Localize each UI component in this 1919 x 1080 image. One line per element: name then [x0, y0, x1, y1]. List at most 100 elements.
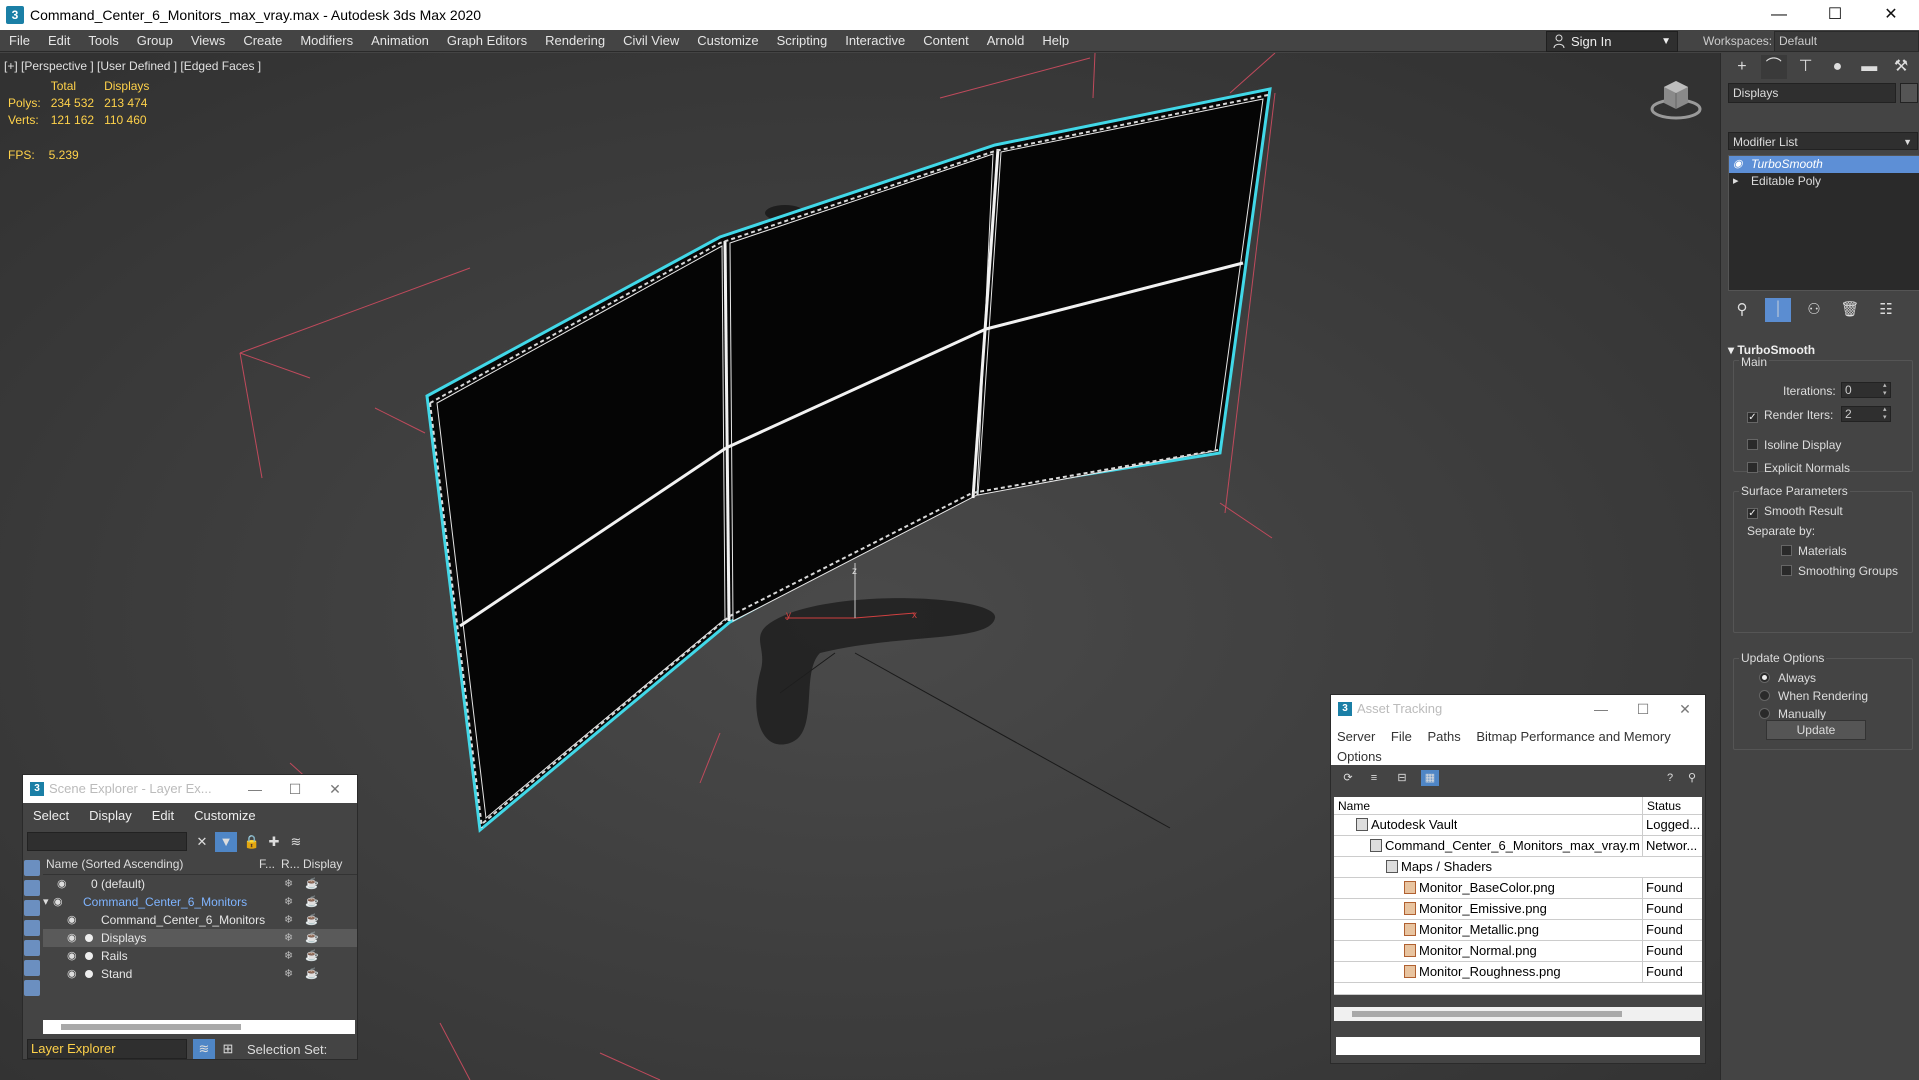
- group-filter-icon[interactable]: [24, 980, 40, 996]
- eye-icon[interactable]: ◉: [67, 947, 77, 965]
- motion-tab-icon[interactable]: ●: [1824, 55, 1850, 79]
- workspaces-select[interactable]: Default: [1774, 31, 1919, 52]
- clear-search-icon[interactable]: ✕: [191, 832, 213, 852]
- menu-server[interactable]: Server: [1337, 729, 1375, 744]
- maximize-button[interactable]: ☐: [1623, 695, 1663, 723]
- light-filter-icon[interactable]: [24, 900, 40, 916]
- object-row[interactable]: ◉ Command_Center_6_Monitors ❄ ☕: [43, 911, 357, 929]
- sign-in-dropdown[interactable]: Sign In ▼: [1546, 31, 1678, 52]
- freeze-icon[interactable]: ❄: [284, 929, 293, 947]
- lock-icon[interactable]: 🔒: [241, 832, 263, 852]
- hierarchy-tab-icon[interactable]: ⊤: [1793, 55, 1819, 79]
- eye-icon[interactable]: ◉: [53, 893, 63, 911]
- tree-view-icon[interactable]: ⊟: [1393, 770, 1411, 786]
- menu-group[interactable]: Group: [128, 30, 182, 52]
- menu-edit[interactable]: Edit: [142, 808, 184, 823]
- explicit-normals-row[interactable]: Explicit Normals: [1747, 461, 1850, 475]
- eye-icon[interactable]: ◉: [67, 965, 77, 983]
- table-view-icon[interactable]: ▦: [1421, 770, 1439, 786]
- asset-row[interactable]: Monitor_Emissive.png Found: [1334, 899, 1702, 920]
- camera-filter-icon[interactable]: [24, 920, 40, 936]
- configure-modifier-sets-icon[interactable]: ☷: [1873, 298, 1899, 322]
- when-rendering-row[interactable]: When Rendering: [1759, 689, 1868, 703]
- menu-bitmap-performance[interactable]: Bitmap Performance and Memory: [1476, 729, 1670, 744]
- menu-arnold[interactable]: Arnold: [978, 30, 1034, 52]
- viewcube-icon[interactable]: [1648, 75, 1704, 121]
- hierarchy-mode-icon[interactable]: ⊞: [217, 1039, 239, 1059]
- eye-icon[interactable]: ◉: [1733, 156, 1743, 173]
- menu-select[interactable]: Select: [23, 808, 79, 823]
- minimize-button[interactable]: —: [235, 775, 275, 803]
- modifier-list-dropdown[interactable]: Modifier List ▼: [1728, 132, 1918, 150]
- create-tab-icon[interactable]: +: [1729, 55, 1755, 79]
- menu-create[interactable]: Create: [234, 30, 291, 52]
- object-row[interactable]: ◉ Rails ❄ ☕: [43, 947, 357, 965]
- menu-tools[interactable]: Tools: [79, 30, 127, 52]
- render-iters-row[interactable]: ✓ Render Iters:: [1747, 408, 1833, 423]
- smooth-result-checkbox[interactable]: ✓: [1747, 508, 1758, 519]
- explicit-normals-checkbox[interactable]: [1747, 462, 1758, 473]
- close-button[interactable]: ✕: [1665, 695, 1705, 723]
- freeze-icon[interactable]: ❄: [284, 965, 293, 983]
- minimize-button[interactable]: —: [1751, 0, 1807, 30]
- materials-row[interactable]: Materials: [1781, 544, 1847, 558]
- stack-item-editable-poly[interactable]: ▸ Editable Poly: [1729, 173, 1919, 190]
- render-teapot-icon[interactable]: ☕: [305, 929, 319, 947]
- asset-row[interactable]: Monitor_Normal.png Found: [1334, 941, 1702, 962]
- col-display-header[interactable]: Display: [303, 857, 343, 874]
- menu-paths[interactable]: Paths: [1428, 729, 1461, 744]
- eye-icon[interactable]: ◉: [67, 911, 77, 929]
- asset-row[interactable]: Command_Center_6_Monitors_max_vray.max Ne…: [1334, 836, 1702, 857]
- freeze-icon[interactable]: ❄: [284, 893, 293, 911]
- smoothing-groups-checkbox[interactable]: [1781, 565, 1792, 576]
- utilities-tab-icon[interactable]: ⚒: [1888, 55, 1914, 79]
- render-teapot-icon[interactable]: ☕: [305, 947, 319, 965]
- add-layer-icon[interactable]: ✚: [263, 832, 285, 852]
- maximize-button[interactable]: ☐: [1807, 0, 1863, 30]
- viewport-label[interactable]: [+] [Perspective ] [User Defined ] [Edge…: [4, 59, 261, 73]
- expand-arrow-icon[interactable]: ▸: [1733, 173, 1739, 190]
- menu-modifiers[interactable]: Modifiers: [291, 30, 362, 52]
- menu-scripting[interactable]: Scripting: [768, 30, 837, 52]
- isoline-display-checkbox[interactable]: [1747, 439, 1758, 450]
- render-iters-value[interactable]: 2: [1841, 406, 1891, 422]
- scrollbar-thumb[interactable]: [1352, 1011, 1622, 1017]
- show-end-result-icon[interactable]: ⏐: [1765, 298, 1791, 322]
- render-teapot-icon[interactable]: ☕: [305, 911, 319, 929]
- geometry-filter-icon[interactable]: [24, 860, 40, 876]
- eye-icon[interactable]: ◉: [57, 875, 67, 893]
- manually-radio[interactable]: [1759, 708, 1770, 719]
- menu-edit[interactable]: Edit: [39, 30, 79, 52]
- scrollbar-thumb[interactable]: [61, 1024, 241, 1030]
- maximize-button[interactable]: ☐: [275, 775, 315, 803]
- render-teapot-icon[interactable]: ☕: [305, 965, 319, 983]
- asset-table-scrollbar[interactable]: [1334, 1007, 1702, 1021]
- object-row[interactable]: ◉ Displays ❄ ☕: [43, 929, 357, 947]
- menu-options[interactable]: Options: [1337, 749, 1382, 764]
- render-teapot-icon[interactable]: ☕: [305, 893, 319, 911]
- help-icon[interactable]: ?: [1661, 770, 1679, 786]
- col-r-header[interactable]: R...: [281, 857, 303, 874]
- close-button[interactable]: ✕: [315, 775, 355, 803]
- isoline-display-row[interactable]: Isoline Display: [1747, 438, 1841, 452]
- asset-path-field[interactable]: [1334, 1035, 1702, 1057]
- menu-interactive[interactable]: Interactive: [836, 30, 914, 52]
- asset-row[interactable]: Autodesk Vault Logged...: [1334, 815, 1702, 836]
- object-name-field[interactable]: Displays: [1728, 83, 1896, 103]
- layers-icon[interactable]: ≋: [285, 832, 307, 852]
- col-status-header[interactable]: Status: [1642, 797, 1702, 814]
- freeze-icon[interactable]: ❄: [284, 947, 293, 965]
- render-iters-checkbox[interactable]: ✓: [1747, 412, 1758, 423]
- collapse-arrow-icon[interactable]: ▾: [43, 893, 49, 911]
- freeze-icon[interactable]: ❄: [284, 911, 293, 929]
- explorer-type-dropdown[interactable]: Layer Explorer: [27, 1039, 187, 1059]
- stack-item-turbosmooth[interactable]: ◉ TurboSmooth: [1729, 156, 1919, 173]
- asset-row[interactable]: Monitor_BaseColor.png Found: [1334, 878, 1702, 899]
- eye-icon[interactable]: ◉: [67, 929, 77, 947]
- layer-row[interactable]: ▾ ◉ Command_Center_6_Monitors ❄ ☕: [43, 893, 357, 911]
- always-row[interactable]: Always: [1759, 671, 1816, 685]
- make-unique-icon[interactable]: ⚇: [1801, 298, 1827, 322]
- filter-icon[interactable]: ▼: [215, 832, 237, 852]
- asset-row[interactable]: Maps / Shaders: [1334, 857, 1702, 878]
- scene-tree-scrollbar[interactable]: [43, 1020, 355, 1034]
